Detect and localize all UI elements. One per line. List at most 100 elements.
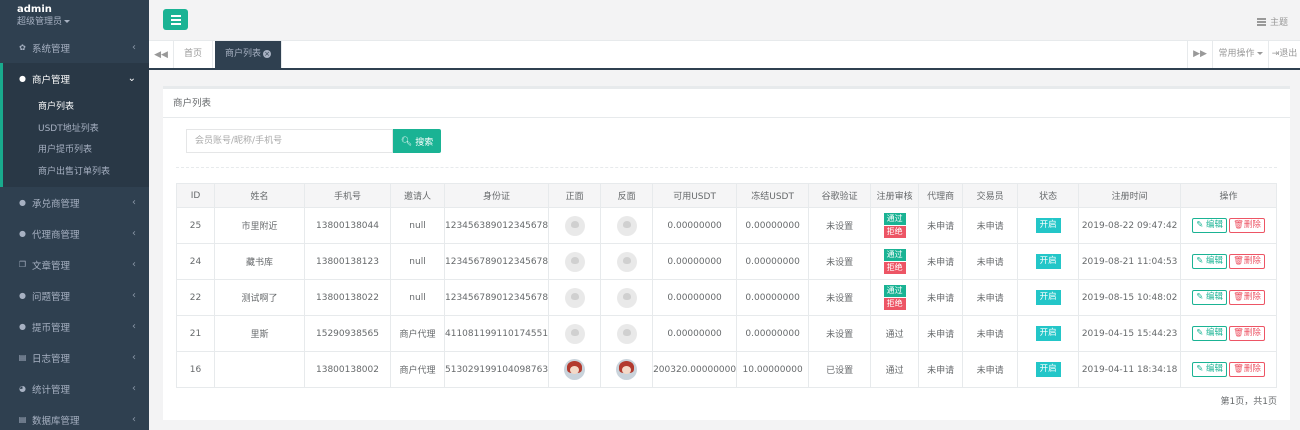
user-role-dropdown[interactable]: 超级管理员 [17, 16, 149, 28]
cell-phone: 13800138002 [304, 351, 391, 388]
tab-home[interactable]: 首页 [174, 41, 214, 68]
cell-front [548, 279, 602, 316]
image-placeholder-icon[interactable] [564, 251, 585, 272]
delete-button[interactable]: 🗑︎删除 [1229, 362, 1265, 377]
cell-regtime: 2019-04-15 15:44:23 [1078, 315, 1182, 352]
cell-regtime: 2019-08-15 10:48:02 [1078, 279, 1182, 316]
user-icon: ● [19, 229, 26, 238]
cell-front [548, 315, 602, 352]
image-placeholder-icon[interactable] [564, 215, 585, 236]
cell-trader: 未申请 [962, 315, 1019, 352]
cell-inviter: null [390, 279, 445, 316]
submenu-item[interactable]: USDT地址列表 [3, 119, 149, 141]
sidebar-item[interactable]: ▤ 数据库管理 ‹ [0, 404, 149, 430]
edit-button[interactable]: ✎ 编辑 [1192, 254, 1228, 269]
table-row: 25 市里附近 13800138044 null 123456389012345678 0… [176, 207, 1277, 244]
status-toggle-button[interactable]: 开启 [1035, 218, 1061, 233]
edit-icon: ✎ [1196, 328, 1204, 338]
close-tab-icon[interactable]: × [263, 49, 272, 58]
delete-button[interactable]: 🗑︎删除 [1229, 290, 1265, 305]
cell-phone: 13800138022 [304, 279, 391, 316]
id-photo-thumbnail[interactable] [616, 359, 638, 380]
delete-button[interactable]: 🗑︎删除 [1229, 218, 1265, 233]
edit-icon: ✎ [1196, 220, 1204, 230]
sidebar-item[interactable]: ● 承兑商管理 ‹ [0, 187, 149, 218]
cell-front [548, 207, 602, 244]
edit-button[interactable]: ✎ 编辑 [1192, 290, 1228, 305]
delete-button[interactable]: 🗑︎删除 [1229, 254, 1265, 269]
reject-button[interactable]: 拒绝 [883, 226, 906, 238]
username: admin [17, 4, 52, 15]
user-profile[interactable]: admin 超级管理员 [0, 0, 149, 32]
image-placeholder-icon[interactable] [564, 323, 585, 344]
search-input[interactable] [186, 129, 393, 153]
sidebar-item[interactable]: ● 提币管理 ‹ [0, 311, 149, 342]
image-placeholder-icon[interactable] [616, 323, 637, 344]
edit-button[interactable]: ✎ 编辑 [1192, 218, 1228, 233]
approve-button[interactable]: 通过 [883, 213, 906, 225]
edit-button[interactable]: ✎ 编辑 [1192, 326, 1228, 341]
cell-frozen: 0.00000000 [736, 315, 810, 352]
tab-merchant-list-label: 商户列表 [225, 49, 262, 59]
cell-phone: 13800138123 [304, 243, 391, 280]
cell-regtime: 2019-08-22 09:47:42 [1078, 207, 1182, 244]
delete-label: 删除 [1243, 220, 1261, 230]
edit-button[interactable]: ✎ 编辑 [1192, 362, 1228, 377]
reject-button[interactable]: 拒绝 [883, 298, 906, 310]
cell-usdt: 0.00000000 [652, 207, 738, 244]
common-ops-dropdown[interactable]: 常用操作 [1212, 41, 1268, 68]
cell-idcard: 123456789012345678 [443, 243, 550, 280]
cell-google-auth: 未设置 [808, 279, 872, 316]
search-form: 🔍︎搜索 [186, 129, 441, 153]
submenu-item[interactable]: 商户列表 [3, 97, 149, 119]
tabs-scroll-right-icon[interactable]: ▶▶ [1187, 41, 1212, 68]
logout-button[interactable]: ⇥退出 [1268, 41, 1300, 68]
submenu-item[interactable]: 用户提币列表 [3, 140, 149, 162]
status-toggle-button[interactable]: 开启 [1035, 362, 1061, 377]
panel-title: 商户列表 [163, 89, 1290, 118]
sidebar-item[interactable]: ● 商户管理 ⌄ [0, 63, 149, 94]
cell-id: 22 [176, 279, 215, 316]
status-toggle-button[interactable]: 开启 [1035, 254, 1061, 269]
submenu-item[interactable]: 商户出售订单列表 [3, 162, 149, 184]
image-placeholder-icon[interactable] [616, 215, 637, 236]
status-toggle-button[interactable]: 开启 [1035, 326, 1061, 341]
edit-icon: ✎ [1196, 256, 1204, 266]
chevron-left-icon: ‹ [132, 290, 136, 301]
sidebar-item[interactable]: ● 问题管理 ‹ [0, 280, 149, 311]
cell-frozen: 0.00000000 [736, 243, 810, 280]
sidebar-item[interactable]: ◕ 统计管理 ‹ [0, 373, 149, 404]
column-header: 状态 [1017, 183, 1080, 208]
image-placeholder-icon[interactable] [616, 287, 637, 308]
delete-button[interactable]: 🗑︎删除 [1229, 326, 1265, 341]
review-actions: 通过 拒绝 [883, 249, 906, 274]
sidebar-item[interactable]: ❐ 文章管理 ‹ [0, 249, 149, 280]
menu-toggle-button[interactable] [163, 9, 188, 30]
image-placeholder-icon[interactable] [616, 251, 637, 272]
sidebar-item-label: 商户管理 [32, 74, 71, 86]
tab-merchant-list[interactable]: 商户列表 × [215, 41, 283, 68]
image-placeholder-icon[interactable] [564, 287, 585, 308]
sidebar-item-label: 数据库管理 [32, 415, 80, 427]
chevron-left-icon: ‹ [132, 414, 136, 425]
tab-home-label: 首页 [184, 49, 203, 59]
status-toggle-button[interactable]: 开启 [1035, 290, 1061, 305]
divider [176, 167, 1277, 168]
approve-button[interactable]: 通过 [883, 285, 906, 297]
cell-idcard: 123456789012345678 [443, 279, 550, 316]
search-button-label: 搜索 [415, 136, 434, 147]
sidebar-item[interactable]: ● 代理商管理 ‹ [0, 218, 149, 249]
tabs-scroll-left-icon[interactable]: ◀◀ [149, 41, 174, 68]
id-photo-thumbnail[interactable] [564, 359, 586, 380]
sidebar-item[interactable]: ▤ 日志管理 ‹ [0, 342, 149, 373]
sidebar-item[interactable]: ✿ 系统管理 ‹ [0, 32, 149, 63]
cell-trader: 未申请 [962, 207, 1019, 244]
search-button[interactable]: 🔍︎ 搜索 [393, 129, 441, 153]
reject-button[interactable]: 拒绝 [883, 262, 906, 274]
cell-google-auth: 未设置 [808, 315, 872, 352]
copy-icon: ❐ [18, 260, 27, 269]
cell-id: 21 [176, 315, 215, 352]
user-role: 超级管理员 [17, 17, 63, 27]
theme-button[interactable]: 主题 [1256, 15, 1288, 28]
approve-button[interactable]: 通过 [883, 249, 906, 261]
